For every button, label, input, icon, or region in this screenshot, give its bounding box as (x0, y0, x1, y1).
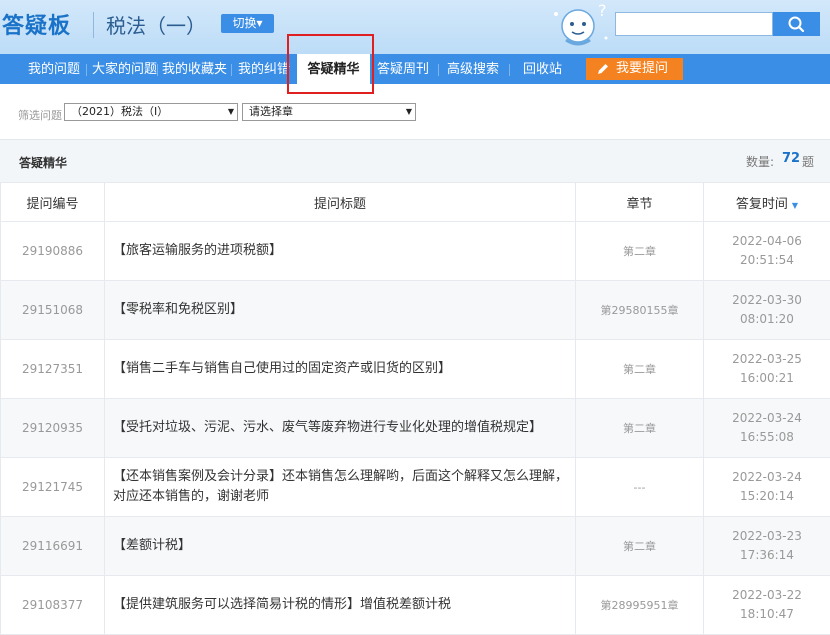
question-chapter: 第29580155章 (576, 281, 704, 340)
course-select-value: （2021）税法（Ⅰ） (71, 105, 168, 118)
question-id: 29127351 (1, 340, 105, 399)
question-title-link[interactable]: 【提供建筑服务可以选择简易计税的情形】增值税差额计税 (105, 576, 576, 635)
reply-time: 2022-03-22 18:10:47 (704, 576, 830, 635)
mascot-icon: ? (548, 0, 614, 54)
nav-recycle-bin[interactable]: 回收站 (523, 54, 562, 84)
chapter-select[interactable]: 请选择章 ▼ (242, 103, 416, 121)
question-id: 29190886 (1, 222, 105, 281)
question-chapter: 第二章 (576, 517, 704, 576)
table-row[interactable]: 29127351 【销售二手车与销售自己使用过的固定资产或旧货的区别】 第二章 … (1, 340, 830, 399)
reply-time: 2022-03-24 15:20:14 (704, 458, 830, 517)
subject-title: 税法（一） (106, 10, 206, 39)
question-id: 29120935 (1, 399, 105, 458)
question-chapter: 第二章 (576, 222, 704, 281)
question-title-link[interactable]: 【零税率和免税区别】 (105, 281, 576, 340)
reply-time: 2022-03-25 16:00:21 (704, 340, 830, 399)
table-row[interactable]: 29116691 【差额计税】 第二章 2022-03-23 17:36:14 (1, 517, 830, 576)
nav-weekly[interactable]: 答疑周刊 (377, 54, 429, 84)
sort-desc-icon[interactable]: ▼ (792, 201, 798, 210)
pencil-icon (596, 62, 610, 76)
question-id: 29151068 (1, 281, 105, 340)
reply-clock: 08:01:20 (740, 312, 794, 326)
nav-divider (86, 64, 87, 76)
filter-label: 筛选问题 (18, 107, 62, 123)
nav-everyone-questions[interactable]: 大家的问题 (92, 54, 157, 84)
reply-clock: 15:20:14 (740, 489, 794, 503)
switch-button[interactable]: 切换▾ (221, 14, 274, 33)
dropdown-arrow-icon: ▼ (406, 104, 412, 120)
table-row[interactable]: 29151068 【零税率和免税区别】 第29580155章 2022-03-3… (1, 281, 830, 340)
logo[interactable]: 答疑板 (2, 8, 71, 40)
search-icon (773, 12, 820, 36)
reply-date: 2022-03-24 (732, 411, 802, 425)
reply-clock: 17:36:14 (740, 548, 794, 562)
reply-time: 2022-03-24 16:55:08 (704, 399, 830, 458)
table-row[interactable]: 29121745 【还本销售案例及会计分录】还本销售怎么理解哟，后面这个解释又怎… (1, 458, 830, 517)
ask-question-label: 我要提问 (616, 58, 668, 80)
nav-divider (157, 64, 158, 76)
question-title-link[interactable]: 【还本销售案例及会计分录】还本销售怎么理解哟，后面这个解释又怎么理解，对应还本销… (105, 458, 576, 517)
table-row[interactable]: 29120935 【受托对垃圾、污泥、污水、废气等废弃物进行专业化处理的增值税规… (1, 399, 830, 458)
question-chapter: 第二章 (576, 399, 704, 458)
svg-text:?: ? (598, 1, 607, 20)
filter-bar: 筛选问题 （2021）税法（Ⅰ） ▼ 请选择章 ▼ (0, 94, 830, 134)
count-label: 数量: (746, 153, 774, 170)
question-id: 29116691 (1, 517, 105, 576)
nav-divider (231, 64, 232, 76)
question-chapter: 第二章 (576, 340, 704, 399)
reply-time: 2022-03-23 17:36:14 (704, 517, 830, 576)
question-title-link[interactable]: 【销售二手车与销售自己使用过的固定资产或旧货的区别】 (105, 340, 576, 399)
question-chapter: 第28995951章 (576, 576, 704, 635)
nav-advanced-search[interactable]: 高级搜索 (447, 54, 499, 84)
question-id: 29121745 (1, 458, 105, 517)
reply-date: 2022-03-22 (732, 588, 802, 602)
col-header-chapter: 章节 (576, 183, 704, 222)
table-header-row: 提问编号 提问标题 章节 答复时间 ▼ (1, 183, 830, 222)
question-title-link[interactable]: 【受托对垃圾、污泥、污水、废气等废弃物进行专业化处理的增值税规定】 (105, 399, 576, 458)
col-header-reply-time-label: 答复时间 (736, 197, 788, 212)
reply-date: 2022-03-25 (732, 352, 802, 366)
nav-favorites[interactable]: 我的收藏夹 (162, 54, 227, 84)
question-chapter: --- (576, 458, 704, 517)
nav-divider (509, 64, 510, 76)
nav-highlights-tab[interactable]: 答疑精华 (297, 54, 370, 86)
nav-my-questions[interactable]: 我的问题 (28, 54, 80, 84)
course-select[interactable]: （2021）税法（Ⅰ） ▼ (64, 103, 238, 121)
reply-time: 2022-03-30 08:01:20 (704, 281, 830, 340)
dropdown-arrow-icon: ▼ (228, 104, 234, 120)
col-header-title: 提问标题 (105, 183, 576, 222)
reply-date: 2022-03-30 (732, 293, 802, 307)
reply-date: 2022-03-23 (732, 529, 802, 543)
question-id: 29108377 (1, 576, 105, 635)
search-button[interactable] (773, 12, 820, 36)
nav-divider (438, 64, 439, 76)
count-value: 72 (782, 151, 800, 166)
reply-date: 2022-04-06 (732, 234, 802, 248)
question-title-link[interactable]: 【旅客运输服务的进项税额】 (105, 222, 576, 281)
section-title: 答疑精华 (19, 154, 67, 171)
reply-date: 2022-03-24 (732, 470, 802, 484)
table-row[interactable]: 29190886 【旅客运输服务的进项税额】 第二章 2022-04-06 20:… (1, 222, 830, 281)
table-row[interactable]: 29108377 【提供建筑服务可以选择简易计税的情形】增值税差额计税 第289… (1, 576, 830, 635)
reply-clock: 16:55:08 (740, 430, 794, 444)
col-header-reply-time[interactable]: 答复时间 ▼ (704, 183, 830, 222)
nav-my-corrections[interactable]: 我的纠错 (238, 54, 290, 84)
main-nav: 我的问题 大家的问题 我的收藏夹 我的纠错 答疑周刊 高级搜索 回收站 我要提问 (0, 54, 830, 84)
divider (93, 12, 94, 38)
reply-clock: 20:51:54 (740, 253, 794, 267)
question-title-link[interactable]: 【差额计税】 (105, 517, 576, 576)
reply-time: 2022-04-06 20:51:54 (704, 222, 830, 281)
section-header: 答疑精华 数量: 72 题 (0, 139, 830, 183)
chapter-select-value: 请选择章 (249, 105, 293, 118)
reply-clock: 18:10:47 (740, 607, 794, 621)
col-header-id: 提问编号 (1, 183, 105, 222)
count-unit: 题 (802, 153, 814, 170)
header: 答疑板 税法（一） 切换▾ ? (0, 0, 830, 54)
search-input[interactable] (615, 12, 773, 36)
questions-table: 提问编号 提问标题 章节 答复时间 ▼ 29190886 【旅客运输服务的进项税额… (0, 182, 830, 635)
reply-clock: 16:00:21 (740, 371, 794, 385)
ask-question-button[interactable]: 我要提问 (586, 58, 683, 80)
